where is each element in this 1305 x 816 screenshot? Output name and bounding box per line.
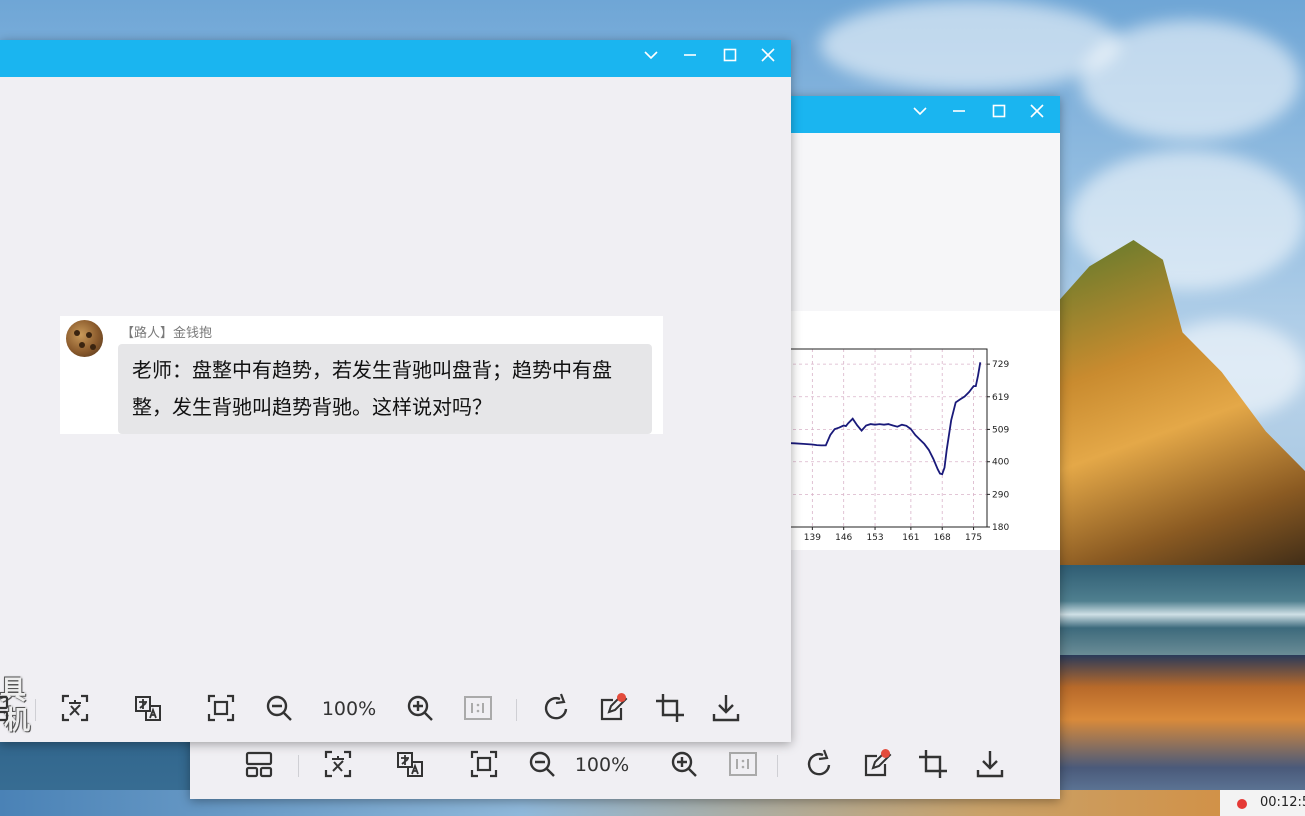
zoom-in-icon[interactable]	[667, 748, 701, 782]
thumbnails-icon[interactable]	[242, 748, 276, 782]
notification-dot	[881, 749, 890, 758]
image-area-top	[791, 133, 1060, 311]
image-viewer-window-front: 【路人】金钱抱 老师：盘整中有趋势，若发生背驰叫盘背；趋势中有盘整，发生背驰叫趋…	[0, 40, 791, 742]
toolbar-separator	[777, 755, 778, 777]
thumbnails-icon[interactable]	[0, 692, 12, 726]
fit-screen-icon[interactable]	[204, 692, 238, 726]
zoom-in-icon[interactable]	[403, 692, 437, 726]
avatar	[66, 320, 103, 357]
line-chart: 139 146 153 161 168 175 729 619 509 400 290 180	[780, 348, 1009, 543]
maximize-icon[interactable]	[718, 47, 742, 71]
rotate-icon[interactable]	[539, 692, 573, 726]
edit-icon[interactable]	[860, 748, 894, 782]
chart-image: 139 146 153 161 168 175 729 619 509 400 290 180	[780, 311, 1060, 550]
y-tick-label: 729	[992, 360, 1009, 370]
y-tick-label: 509	[992, 425, 1009, 435]
ocr-text-icon[interactable]	[321, 748, 355, 782]
close-icon[interactable]	[756, 47, 780, 71]
zoom-level: 100%	[574, 754, 630, 776]
minimize-icon[interactable]	[947, 103, 971, 127]
edit-icon[interactable]	[596, 692, 630, 726]
zoom-out-icon[interactable]	[525, 748, 559, 782]
actual-size-icon[interactable]	[461, 692, 495, 726]
message-bubble: 老师：盘整中有趋势，若发生背驰叫盘背；趋势中有盘整，发生背驰叫趋势背驰。这样说对…	[118, 344, 652, 434]
titlebar[interactable]	[0, 40, 791, 77]
viewer-toolbar: 100%	[0, 685, 791, 733]
record-dot-icon	[1237, 799, 1247, 809]
x-tick-label: 161	[902, 533, 919, 543]
crop-icon[interactable]	[653, 692, 687, 726]
plot-frame	[780, 348, 988, 528]
translate-icon[interactable]	[131, 692, 165, 726]
actual-size-icon[interactable]	[726, 748, 760, 782]
sea	[1060, 565, 1305, 655]
y-tick-label: 180	[992, 523, 1009, 533]
toolbar-separator	[35, 699, 36, 721]
cloud	[820, 0, 1120, 90]
y-tick-label: 290	[992, 490, 1009, 500]
x-tick-label: 146	[835, 533, 852, 543]
x-tick-label: 168	[934, 533, 951, 543]
chevron-down-icon[interactable]	[639, 47, 663, 71]
ocr-text-icon[interactable]	[58, 692, 92, 726]
zoom-out-icon[interactable]	[262, 692, 296, 726]
translate-icon[interactable]	[393, 748, 427, 782]
viewer-toolbar: 100%	[230, 741, 1060, 789]
maximize-icon[interactable]	[987, 103, 1011, 127]
chevron-down-icon[interactable]	[908, 103, 932, 127]
recording-time: 00:12:5	[1260, 795, 1305, 810]
x-tick-label: 153	[866, 533, 883, 543]
sender-name: 【路人】金钱抱	[121, 326, 213, 341]
chat-message-image: 【路人】金钱抱 老师：盘整中有趋势，若发生背驰叫盘背；趋势中有盘整，发生背驰叫趋…	[60, 316, 663, 434]
recording-indicator[interactable]: 00:12:5	[1220, 790, 1305, 816]
y-tick-label: 400	[992, 458, 1009, 468]
toolbar-separator	[298, 755, 299, 777]
y-tick-label: 619	[992, 393, 1009, 403]
notification-dot	[617, 693, 626, 702]
fit-screen-icon[interactable]	[467, 748, 501, 782]
x-tick-label: 175	[965, 533, 982, 543]
zoom-level: 100%	[321, 698, 377, 720]
crop-icon[interactable]	[916, 748, 950, 782]
download-icon[interactable]	[709, 692, 743, 726]
x-tick-label: 139	[804, 533, 821, 543]
minimize-icon[interactable]	[678, 47, 702, 71]
close-icon[interactable]	[1025, 103, 1049, 127]
toolbar-separator	[516, 699, 517, 721]
cloud	[1080, 20, 1300, 140]
series-line	[785, 362, 982, 476]
download-icon[interactable]	[973, 748, 1007, 782]
rotate-icon[interactable]	[802, 748, 836, 782]
